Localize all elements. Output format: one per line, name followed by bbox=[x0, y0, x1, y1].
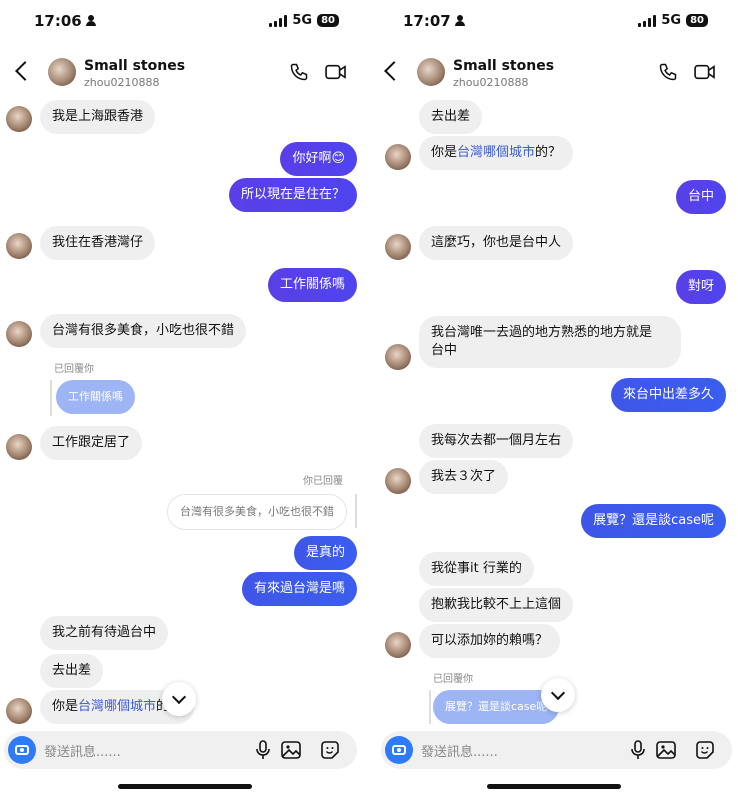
signal-icon bbox=[269, 14, 288, 27]
message-bubble[interactable]: 去出差 bbox=[40, 654, 104, 688]
message-bubble[interactable]: 展覽？還是談case呢 bbox=[581, 504, 726, 538]
message-bubble[interactable]: 你是台灣哪個城市的？ bbox=[419, 136, 574, 170]
reply-label: 已回覆你 bbox=[54, 364, 94, 375]
message-bubble[interactable]: 我是上海跟香港 bbox=[40, 100, 156, 134]
reply-label: 已回覆你 bbox=[433, 674, 473, 685]
sender-avatar[interactable] bbox=[6, 698, 32, 724]
camera-button[interactable] bbox=[385, 736, 413, 764]
contact-username: zhou0210888 bbox=[84, 76, 160, 89]
message-bubble[interactable]: 抱歉我比較不上上這個 bbox=[419, 588, 574, 622]
message-bubble[interactable]: 是真的 bbox=[293, 536, 357, 570]
contact-avatar[interactable] bbox=[417, 58, 445, 86]
camera-button[interactable] bbox=[8, 736, 36, 764]
chevron-down-icon bbox=[550, 685, 566, 700]
chat-screen-left: 17:06 5G 80 Small stones zhou0210888 我是上… bbox=[0, 0, 369, 799]
sender-avatar[interactable] bbox=[385, 344, 411, 370]
microphone-icon[interactable] bbox=[255, 740, 271, 760]
status-time: 17:07 bbox=[403, 12, 465, 30]
person-icon bbox=[85, 15, 96, 26]
camera-icon bbox=[392, 745, 406, 755]
sender-avatar[interactable] bbox=[385, 234, 411, 260]
city-link[interactable]: 台灣哪個城市 bbox=[78, 699, 156, 714]
quoted-message[interactable]: 台灣有很多美食，小吃也很不錯 bbox=[167, 494, 347, 530]
network-type: 5G bbox=[292, 13, 313, 28]
message-bubble[interactable]: 對呀 bbox=[675, 270, 726, 304]
message-bubble[interactable]: 我之前有待過台中 bbox=[40, 616, 169, 650]
reply-label: 你已回覆 bbox=[303, 476, 343, 487]
video-call-icon[interactable] bbox=[694, 63, 716, 81]
contact-username: zhou0210888 bbox=[453, 76, 529, 89]
message-composer[interactable]: 發送訊息...... bbox=[381, 731, 732, 769]
sender-avatar[interactable] bbox=[385, 144, 411, 170]
home-indicator bbox=[117, 784, 252, 789]
back-arrow-icon[interactable] bbox=[15, 61, 35, 81]
message-bubble[interactable]: 所以現在是住在？ bbox=[228, 178, 357, 212]
message-bubble[interactable]: 我從事it 行業的 bbox=[419, 552, 534, 586]
person-icon bbox=[454, 15, 465, 26]
microphone-icon[interactable] bbox=[630, 740, 646, 760]
message-bubble[interactable]: 來台中出差多久 bbox=[610, 378, 726, 412]
message-bubble[interactable]: 工作關係嗎 bbox=[267, 268, 357, 302]
chat-header: Small stones zhou0210888 bbox=[369, 52, 738, 94]
quote-bar bbox=[50, 380, 52, 416]
video-call-icon[interactable] bbox=[325, 63, 347, 81]
contact-name[interactable]: Small stones bbox=[453, 58, 554, 74]
message-bubble[interactable]: 有來過台灣是嗎 bbox=[241, 572, 357, 606]
message-bubble[interactable]: 我住在香港灣仔 bbox=[40, 226, 156, 260]
chat-header: Small stones zhou0210888 bbox=[0, 52, 369, 94]
sender-avatar[interactable] bbox=[385, 632, 411, 658]
message-bubble[interactable]: 台灣有很多美食，小吃也很不錯 bbox=[40, 314, 247, 348]
status-bar: 17:07 5G 80 bbox=[369, 12, 738, 34]
status-bar: 17:06 5G 80 bbox=[0, 12, 369, 34]
scroll-to-bottom-button[interactable] bbox=[541, 678, 575, 712]
network-type: 5G bbox=[661, 13, 682, 28]
message-bubble[interactable]: 我去３次了 bbox=[419, 460, 509, 494]
back-arrow-icon[interactable] bbox=[384, 61, 404, 81]
sticker-icon[interactable] bbox=[321, 741, 339, 759]
message-bubble[interactable]: 我台灣唯一去過的地方熟悉的地方就是 台中 bbox=[419, 316, 681, 368]
camera-icon bbox=[15, 745, 29, 755]
scroll-to-bottom-button[interactable] bbox=[162, 682, 196, 716]
contact-name[interactable]: Small stones bbox=[84, 58, 185, 74]
sender-avatar[interactable] bbox=[6, 106, 32, 132]
message-bubble[interactable]: 你好啊😊 bbox=[280, 142, 357, 176]
sender-avatar[interactable] bbox=[6, 434, 32, 460]
gallery-icon[interactable] bbox=[656, 741, 676, 759]
quote-bar bbox=[355, 494, 357, 528]
battery-level: 80 bbox=[317, 14, 339, 27]
message-bubble[interactable]: 工作跟定居了 bbox=[40, 426, 143, 460]
home-indicator bbox=[486, 784, 621, 789]
chevron-down-icon bbox=[171, 689, 187, 704]
phone-call-icon[interactable] bbox=[289, 62, 309, 82]
city-link[interactable]: 台灣哪個城市 bbox=[457, 145, 535, 160]
message-list[interactable]: 我是上海跟香港 你好啊😊 所以現在是住在？ 我住在香港灣仔 工作關係嗎 台灣有很… bbox=[0, 94, 369, 730]
message-input[interactable]: 發送訊息...... bbox=[421, 741, 498, 760]
phone-call-icon[interactable] bbox=[658, 62, 678, 82]
message-bubble[interactable]: 這麼巧，你也是台中人 bbox=[419, 226, 574, 260]
quoted-message[interactable]: 工作關係嗎 bbox=[56, 380, 135, 414]
message-bubble[interactable]: 可以添加妳的賴嗎？ bbox=[419, 624, 561, 658]
sender-avatar[interactable] bbox=[6, 233, 32, 259]
message-bubble[interactable]: 我每次去都一個月左右 bbox=[419, 424, 574, 458]
message-composer[interactable]: 發送訊息...... bbox=[4, 731, 357, 769]
message-list[interactable]: 去出差 你是台灣哪個城市的？ 台中 這麼巧，你也是台中人 對呀 我台灣唯一去過的… bbox=[369, 94, 738, 730]
contact-avatar[interactable] bbox=[48, 58, 76, 86]
message-input[interactable]: 發送訊息...... bbox=[44, 741, 121, 760]
status-time: 17:06 bbox=[34, 12, 96, 30]
battery-level: 80 bbox=[686, 14, 708, 27]
sender-avatar[interactable] bbox=[6, 321, 32, 347]
gallery-icon[interactable] bbox=[281, 741, 301, 759]
sticker-icon[interactable] bbox=[696, 741, 714, 759]
signal-icon bbox=[638, 14, 657, 27]
message-bubble[interactable]: 去出差 bbox=[419, 100, 483, 134]
sender-avatar[interactable] bbox=[385, 468, 411, 494]
quote-bar bbox=[429, 690, 431, 724]
message-bubble[interactable]: 台中 bbox=[675, 180, 726, 214]
chat-screen-right: 17:07 5G 80 Small stones zhou0210888 去出差… bbox=[369, 0, 738, 799]
